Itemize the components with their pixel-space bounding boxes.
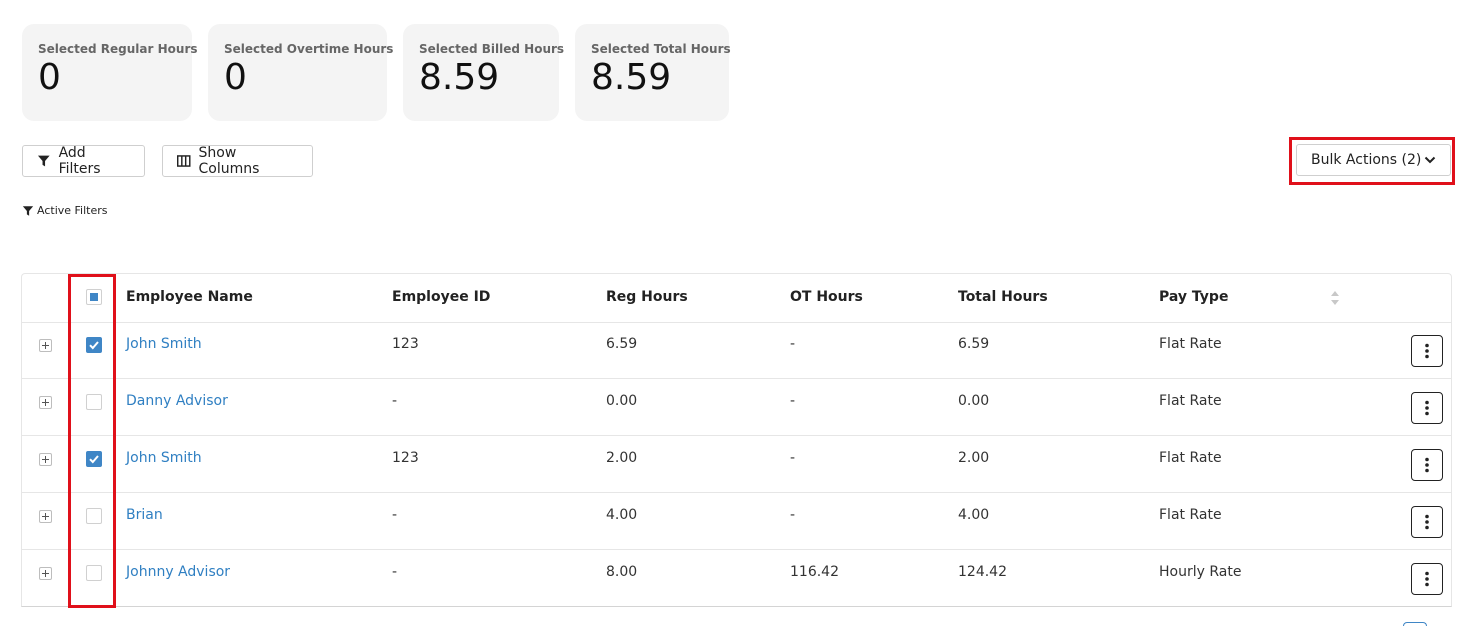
- show-columns-label: Show Columns: [198, 145, 260, 177]
- column-header-employee-name[interactable]: Employee Name: [126, 289, 253, 305]
- stat-label: Selected Total Hours: [591, 42, 731, 56]
- plus-icon[interactable]: [39, 396, 52, 409]
- row-menu-button[interactable]: [1411, 506, 1443, 538]
- pay-type-cell: Flat Rate: [1159, 393, 1222, 409]
- stat-card-billed-hours: Selected Billed Hours 8.59: [403, 24, 565, 121]
- employee-id-cell: -: [392, 564, 398, 580]
- row-menu-button[interactable]: [1411, 563, 1443, 595]
- ot-hours-cell: -: [790, 393, 796, 409]
- table-row: Johnny Advisor - 8.00 116.42 124.42 Hour…: [22, 550, 1451, 607]
- employee-id-cell: 123: [392, 336, 419, 352]
- chevron-down-icon: [1424, 156, 1436, 164]
- active-filters-text: Active Filters: [37, 204, 108, 217]
- pay-type-cell: Flat Rate: [1159, 336, 1222, 352]
- column-header-ot-hours[interactable]: OT Hours: [790, 289, 863, 305]
- stat-value: 8.59: [591, 57, 672, 98]
- reg-hours-cell: 4.00: [606, 507, 638, 523]
- table-row: John Smith 123 6.59 - 6.59 Flat Rate: [22, 322, 1451, 379]
- reg-hours-cell: 6.59: [606, 336, 638, 352]
- show-columns-button[interactable]: Show Columns: [162, 145, 313, 177]
- table-header: Employee Name Employee ID Reg Hours OT H…: [22, 274, 1451, 323]
- column-header-reg-hours[interactable]: Reg Hours: [606, 289, 688, 305]
- stat-label: Selected Billed Hours: [419, 42, 565, 56]
- kebab-menu-icon: [1425, 343, 1429, 359]
- bulk-actions-label: Bulk Actions (2): [1311, 152, 1422, 168]
- timesheet-page: Selected Regular Hours 0 Selected Overti…: [0, 0, 1475, 626]
- add-filters-label: Add Filters: [58, 145, 101, 177]
- add-filters-button[interactable]: Add Filters: [22, 145, 145, 177]
- ot-hours-cell: -: [790, 336, 796, 352]
- filter-icon: [37, 155, 50, 167]
- kebab-menu-icon: [1425, 457, 1429, 473]
- plus-icon[interactable]: [39, 339, 52, 352]
- employee-name-link[interactable]: John Smith: [126, 336, 202, 352]
- column-header-total-hours[interactable]: Total Hours: [958, 289, 1048, 305]
- kebab-menu-icon: [1425, 571, 1429, 587]
- reg-hours-cell: 2.00: [606, 450, 638, 466]
- plus-icon[interactable]: [39, 453, 52, 466]
- columns-icon: [177, 155, 191, 167]
- total-hours-cell: 6.59: [958, 336, 990, 352]
- row-menu-button[interactable]: [1411, 449, 1443, 481]
- row-menu-button[interactable]: [1411, 335, 1443, 367]
- table-row: Brian - 4.00 - 4.00 Flat Rate: [22, 493, 1451, 550]
- stat-card-regular-hours: Selected Regular Hours 0: [22, 24, 198, 121]
- employee-name-link[interactable]: Danny Advisor: [126, 393, 228, 409]
- pay-type-cell: Hourly Rate: [1159, 564, 1242, 580]
- total-hours-cell: 2.00: [958, 450, 990, 466]
- ot-hours-cell: -: [790, 507, 796, 523]
- kebab-menu-icon: [1425, 514, 1429, 530]
- employee-hours-table: Employee Name Employee ID Reg Hours OT H…: [21, 273, 1452, 607]
- employee-name-link[interactable]: John Smith: [126, 450, 202, 466]
- table-row: John Smith 123 2.00 - 2.00 Flat Rate: [22, 436, 1451, 493]
- total-hours-cell: 124.42: [958, 564, 1007, 580]
- total-hours-cell: 4.00: [958, 507, 990, 523]
- stat-label: Selected Regular Hours: [38, 42, 198, 56]
- filter-icon: [22, 205, 34, 216]
- kebab-menu-icon: [1425, 400, 1429, 416]
- row-menu-button[interactable]: [1411, 392, 1443, 424]
- bulk-actions-button[interactable]: Bulk Actions (2): [1296, 144, 1451, 176]
- active-filters-label: Active Filters: [22, 204, 108, 217]
- checkbox-column-highlight: [68, 274, 116, 608]
- table-row: Danny Advisor - 0.00 - 0.00 Flat Rate: [22, 379, 1451, 436]
- employee-name-link[interactable]: Brian: [126, 507, 163, 523]
- pay-type-cell: Flat Rate: [1159, 507, 1222, 523]
- pay-type-cell: Flat Rate: [1159, 450, 1222, 466]
- stat-cards: Selected Regular Hours 0 Selected Overti…: [22, 24, 731, 121]
- stat-value: 0: [38, 57, 61, 98]
- ot-hours-cell: -: [790, 450, 796, 466]
- plus-icon[interactable]: [39, 510, 52, 523]
- reg-hours-cell: 0.00: [606, 393, 638, 409]
- employee-id-cell: -: [392, 507, 398, 523]
- stat-value: 8.59: [419, 57, 500, 98]
- reg-hours-cell: 8.00: [606, 564, 638, 580]
- stat-card-overtime-hours: Selected Overtime Hours 0: [208, 24, 394, 121]
- stat-label: Selected Overtime Hours: [224, 42, 394, 56]
- pagination-control[interactable]: [1403, 622, 1427, 626]
- employee-name-link[interactable]: Johnny Advisor: [126, 564, 230, 580]
- column-header-employee-id[interactable]: Employee ID: [392, 289, 490, 305]
- column-header-pay-type[interactable]: Pay Type: [1159, 289, 1228, 305]
- ot-hours-cell: 116.42: [790, 564, 839, 580]
- plus-icon[interactable]: [39, 567, 52, 580]
- employee-id-cell: -: [392, 393, 398, 409]
- total-hours-cell: 0.00: [958, 393, 990, 409]
- sort-icon[interactable]: [1330, 290, 1340, 306]
- stat-card-total-hours: Selected Total Hours 8.59: [575, 24, 731, 121]
- employee-id-cell: 123: [392, 450, 419, 466]
- stat-value: 0: [224, 57, 247, 98]
